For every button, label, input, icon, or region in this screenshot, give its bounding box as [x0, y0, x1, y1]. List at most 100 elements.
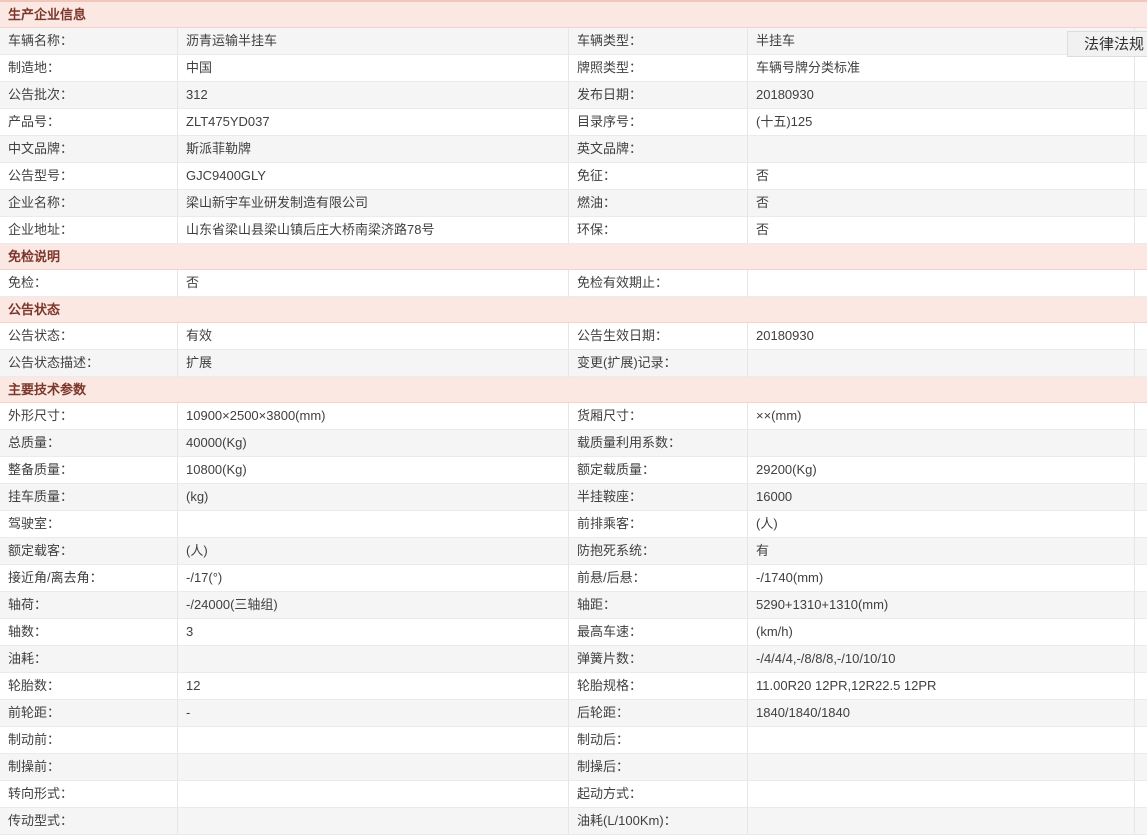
field-value: (十五)125 [748, 109, 1135, 136]
row-overflow-spacer [1135, 673, 1147, 700]
field-value [178, 781, 569, 808]
field-label: 燃油： [569, 190, 748, 217]
table-row: 挂车质量： (kg) 半挂鞍座： 16000 [0, 484, 1147, 511]
field-value: 否 [748, 190, 1135, 217]
field-value [748, 781, 1135, 808]
field-label: 额定载质量： [569, 457, 748, 484]
field-value: -/4/4/4,-/8/8/8,-/10/10/10 [748, 646, 1135, 673]
field-value: 斯派菲勒牌 [178, 136, 569, 163]
field-value: - [178, 700, 569, 727]
table-row: 油耗： 弹簧片数： -/4/4/4,-/8/8/8,-/10/10/10 [0, 646, 1147, 673]
field-value: (km/h) [748, 619, 1135, 646]
field-value: 20180930 [748, 82, 1135, 109]
field-value [178, 808, 569, 835]
row-overflow-spacer [1135, 781, 1147, 808]
field-value: (kg) [178, 484, 569, 511]
table-row: 总质量： 40000(Kg) 载质量利用系数： [0, 430, 1147, 457]
field-label: 产品号： [0, 109, 178, 136]
field-label: 牌照类型： [569, 55, 748, 82]
row-overflow-spacer [1135, 82, 1147, 109]
field-value: ××(mm) [748, 403, 1135, 430]
field-label: 轴荷： [0, 592, 178, 619]
table-row: 轮胎数： 12 轮胎规格： 11.00R20 12PR,12R22.5 12PR [0, 673, 1147, 700]
field-label: 企业名称： [0, 190, 178, 217]
row-overflow-spacer [1135, 511, 1147, 538]
row-overflow-spacer [1135, 163, 1147, 190]
field-label: 弹簧片数： [569, 646, 748, 673]
field-value: ZLT475YD037 [178, 109, 569, 136]
field-label: 额定载客： [0, 538, 178, 565]
field-label: 发布日期： [569, 82, 748, 109]
field-label: 变更(扩展)记录： [569, 350, 748, 377]
field-label: 制操后： [569, 754, 748, 781]
field-value: 312 [178, 82, 569, 109]
field-label: 最高车速： [569, 619, 748, 646]
field-label: 公告生效日期： [569, 323, 748, 350]
row-overflow-spacer [1135, 538, 1147, 565]
field-label: 公告型号： [0, 163, 178, 190]
table-row: 制造地： 中国 牌照类型： 车辆号牌分类标准 [0, 55, 1147, 82]
table-row: 轴荷： -/24000(三轴组) 轴距： 5290+1310+1310(mm) [0, 592, 1147, 619]
section-header: 公告状态 [0, 297, 1147, 323]
field-label: 免检： [0, 270, 178, 297]
field-label: 货厢尺寸： [569, 403, 748, 430]
table-row: 轴数： 3 最高车速： (km/h) [0, 619, 1147, 646]
vehicle-announcement-page: 生产企业信息 车辆名称： 沥青运输半挂车 车辆类型： 半挂车 制造地： 中国 牌照类型： 车辆号… [0, 0, 1147, 840]
row-overflow-spacer [1135, 727, 1147, 754]
row-overflow-spacer [1135, 136, 1147, 163]
table-row: 驾驶室： 前排乘客： (人) [0, 511, 1147, 538]
table-row: 产品号： ZLT475YD037 目录序号： (十五)125 [0, 109, 1147, 136]
field-label: 半挂鞍座： [569, 484, 748, 511]
field-label: 前轮距： [0, 700, 178, 727]
field-label: 轮胎规格： [569, 673, 748, 700]
field-label: 挂车质量： [0, 484, 178, 511]
field-value: 沥青运输半挂车 [178, 28, 569, 55]
field-value [748, 430, 1135, 457]
section-header: 免检说明 [0, 244, 1147, 270]
field-label: 防抱死系统： [569, 538, 748, 565]
field-value: 12 [178, 673, 569, 700]
field-value: GJC9400GLY [178, 163, 569, 190]
field-label: 后轮距： [569, 700, 748, 727]
row-overflow-spacer [1135, 350, 1147, 377]
field-value: 20180930 [748, 323, 1135, 350]
field-value: 车辆号牌分类标准 [748, 55, 1135, 82]
section-title: 生产企业信息 [8, 7, 87, 22]
vehicle-info-table: 生产企业信息 车辆名称： 沥青运输半挂车 车辆类型： 半挂车 制造地： 中国 牌照类型： 车辆号… [0, 2, 1147, 835]
field-label: 制动后： [569, 727, 748, 754]
section-title: 公告状态 [8, 302, 61, 317]
row-overflow-spacer [1135, 646, 1147, 673]
field-value: 有 [748, 538, 1135, 565]
row-overflow-spacer [1135, 403, 1147, 430]
row-overflow-spacer [1135, 457, 1147, 484]
table-row: 整备质量： 10800(Kg) 额定载质量： 29200(Kg) [0, 457, 1147, 484]
row-overflow-spacer [1135, 55, 1147, 82]
field-value: 否 [748, 217, 1135, 244]
table-row: 转向形式： 起动方式： [0, 781, 1147, 808]
laws-regulations-link[interactable]: 法律法规 [1067, 31, 1147, 57]
section-title: 主要技术参数 [8, 382, 87, 397]
table-row: 传动型式： 油耗(L/100Km)： [0, 808, 1147, 835]
field-value: 16000 [748, 484, 1135, 511]
table-row: 企业地址： 山东省梁山县梁山镇后庄大桥南梁济路78号 环保：否 [0, 217, 1147, 244]
row-overflow-spacer [1135, 565, 1147, 592]
field-label: 免检有效期止： [569, 270, 748, 297]
field-value: -/17(°) [178, 565, 569, 592]
field-value: 5290+1310+1310(mm) [748, 592, 1135, 619]
section-header: 主要技术参数 [0, 377, 1147, 403]
row-overflow-spacer [1135, 484, 1147, 511]
table-row: 接近角/离去角： -/17(°) 前悬/后悬： -/1740(mm) [0, 565, 1147, 592]
field-label: 制造地： [0, 55, 178, 82]
field-label: 英文品牌： [569, 136, 748, 163]
field-value: -/24000(三轴组) [178, 592, 569, 619]
field-value: -/1740(mm) [748, 565, 1135, 592]
table-row: 免检：否免检有效期止： [0, 270, 1147, 297]
field-label: 公告状态： [0, 323, 178, 350]
section-header: 生产企业信息 [0, 2, 1147, 28]
field-value: 10800(Kg) [178, 457, 569, 484]
table-row: 前轮距： - 后轮距： 1840/1840/1840 [0, 700, 1147, 727]
field-value [748, 808, 1135, 835]
field-value: 3 [178, 619, 569, 646]
section-title: 免检说明 [8, 249, 61, 264]
table-row: 公告状态描述： 扩展 变更(扩展)记录： [0, 350, 1147, 377]
